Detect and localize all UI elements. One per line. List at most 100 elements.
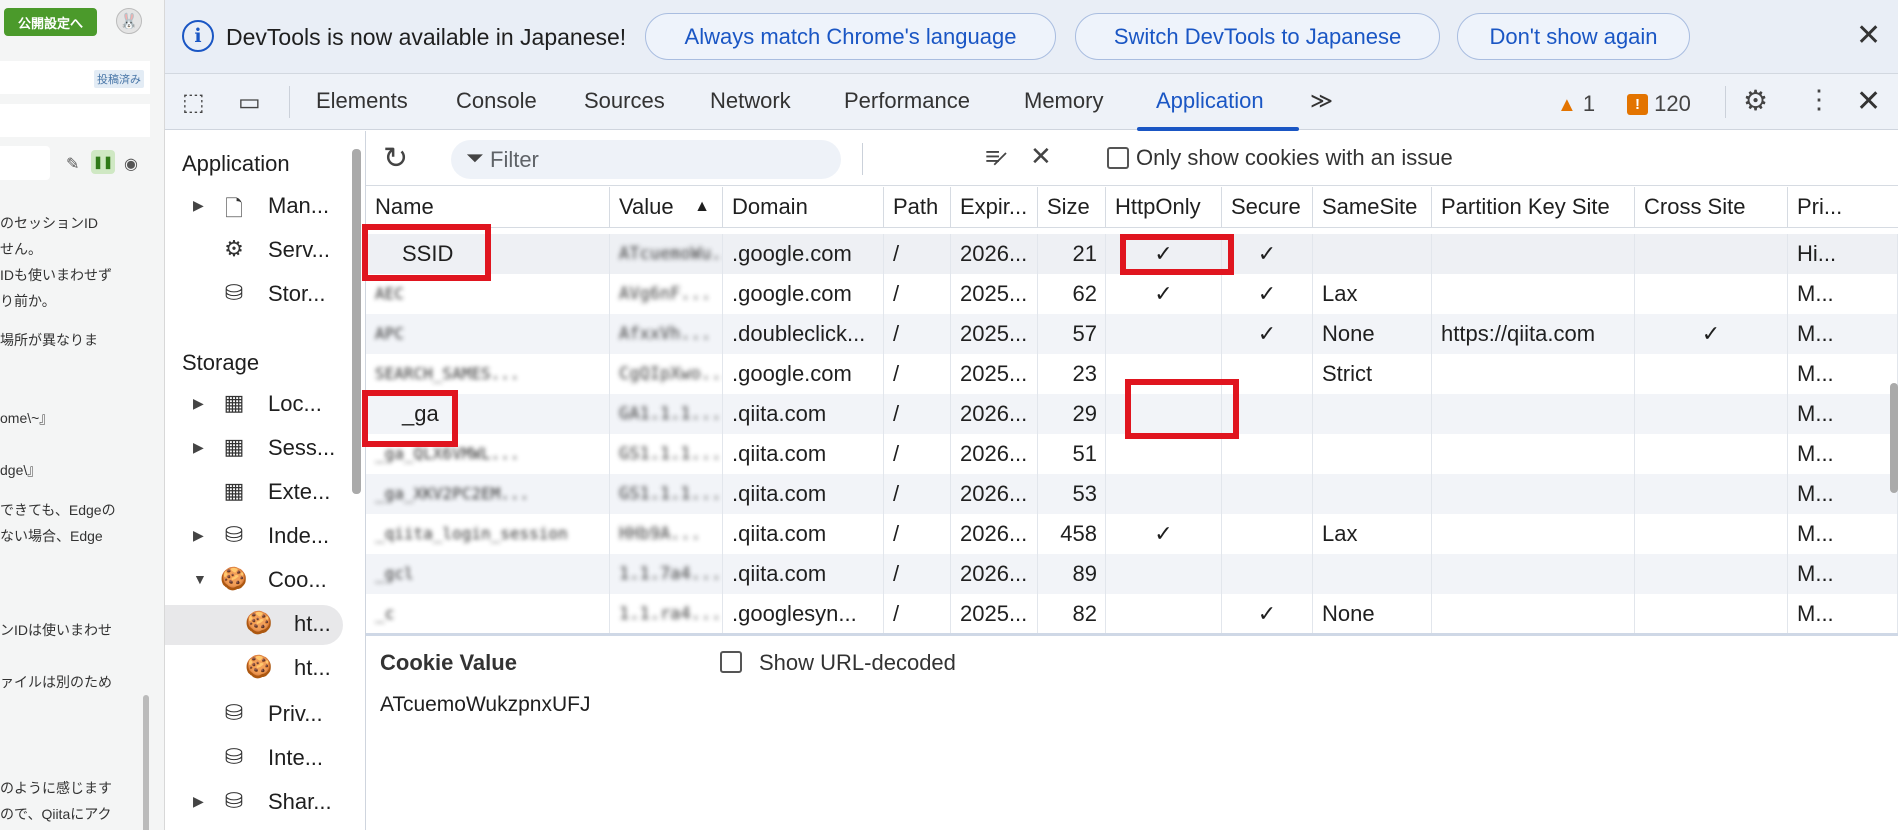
column-header-samesite[interactable]: SameSite (1313, 187, 1432, 227)
switch-to-japanese-button[interactable]: Switch DevTools to Japanese (1075, 13, 1440, 60)
inspect-element-icon[interactable]: ⬚ (182, 88, 205, 117)
table-row[interactable]: _qiita_login_session HHb9A... .qiita.com/2… (366, 514, 1898, 554)
expand-arrow-icon[interactable]: ▶ (193, 439, 204, 456)
tab-elements[interactable]: Elements (316, 88, 408, 114)
pencil-icon[interactable]: ✎ (66, 154, 79, 174)
column-header-domain[interactable]: Domain (723, 187, 884, 227)
editor-input[interactable] (0, 146, 50, 180)
table-resize-bar[interactable] (366, 633, 1898, 636)
table-row[interactable]: _ga_XKV2PC2EM... GS1.1.1... .qiita.com/202… (366, 474, 1898, 514)
table-row[interactable]: _c 1.1.ra4... .googlesyn.../2025... 82 ✓ None… (366, 594, 1898, 633)
filter-input[interactable]: ⏷ Filter (451, 140, 841, 179)
table-row[interactable]: _gcl 1.1.7a4... .qiita.com/2026... 89 M... (366, 554, 1898, 594)
issues-counter[interactable]: ! 120 (1627, 91, 1691, 117)
cell-value: AfxxVh... (610, 314, 723, 354)
column-header-cross-site[interactable]: Cross Site (1635, 187, 1788, 227)
table-row[interactable]: APC AfxxVh... .doubleclick.../2025... 57 ✓ No… (366, 314, 1898, 354)
scrollbar-thumb[interactable] (1890, 383, 1898, 493)
cell-path: / (884, 474, 951, 514)
tab-sources[interactable]: Sources (584, 88, 665, 114)
collapse-arrow-icon[interactable]: ▼ (193, 571, 207, 587)
column-header-secure[interactable]: Secure (1222, 187, 1313, 227)
cell-partition (1432, 474, 1635, 514)
page-scrollbar[interactable] (143, 185, 149, 830)
tab-network[interactable]: Network (710, 88, 791, 114)
sidebar-item-indexeddb[interactable]: ▶ ⛁ Inde... (165, 517, 340, 557)
sidebar-item-label: Man... (268, 193, 330, 218)
cell-samesite: Lax (1313, 514, 1432, 554)
cell-value: 1.1.7a4... (610, 554, 723, 594)
text-line: 場所が異なりま (0, 332, 98, 348)
column-header-priority[interactable]: Pri... (1788, 187, 1898, 227)
cell-name: _ga_XKV2PC2EM... (366, 474, 610, 514)
header-divider (366, 227, 1898, 228)
table-scrollbar[interactable] (1890, 187, 1898, 633)
column-header-path[interactable]: Path (884, 187, 951, 227)
table-row[interactable]: _ga_QLX6VMWL... GS1.1.1... .qiita.com/2026… (366, 434, 1898, 474)
cell-priority: M... (1788, 474, 1898, 514)
cell-samesite: None (1313, 314, 1432, 354)
cell-name: _c (366, 594, 610, 633)
expand-arrow-icon[interactable]: ▶ (193, 197, 204, 214)
eye-icon[interactable]: ◉ (124, 154, 138, 174)
column-header-partition-key-site[interactable]: Partition Key Site (1432, 187, 1635, 227)
sidebar-item-private-state-tokens[interactable]: ⛁ Priv... (165, 695, 340, 735)
scrollbar-thumb[interactable] (352, 149, 361, 494)
close-devtools-icon[interactable]: ✕ (1856, 87, 1881, 117)
column-header-value[interactable]: Value ▲ (610, 187, 723, 227)
always-match-language-button[interactable]: Always match Chrome's language (645, 13, 1056, 60)
expand-arrow-icon[interactable]: ▶ (193, 395, 204, 412)
column-header-name[interactable]: Name (366, 187, 610, 227)
table-row[interactable]: AEC AVg6nF... .google.com/2025... 62 ✓ ✓ Lax M.… (366, 274, 1898, 314)
kebab-menu-icon[interactable]: ⋮ (1806, 84, 1832, 115)
close-infobar-icon[interactable]: ✕ (1856, 21, 1881, 51)
more-tabs-icon[interactable]: ≫ (1310, 88, 1333, 114)
sidebar-item-storage[interactable]: ⛁ Stor... (165, 275, 340, 315)
cell-cross (1635, 554, 1788, 594)
sidebar-scrollbar[interactable] (352, 139, 361, 829)
pause-icon[interactable]: ❚❚ (91, 150, 115, 174)
refresh-icon[interactable]: ↻ (383, 141, 408, 176)
cell-partition (1432, 274, 1635, 314)
article-card-2[interactable] (0, 104, 150, 137)
device-toolbar-icon[interactable]: ▭ (238, 88, 261, 117)
cell-httponly (1106, 474, 1222, 514)
delete-selected-icon[interactable]: ✕ (1030, 141, 1052, 172)
cell-priority: M... (1788, 554, 1898, 594)
sidebar-item-extension-storage[interactable]: ▦ Exte... (165, 473, 340, 513)
cell-secure: ✓ (1222, 234, 1313, 274)
sidebar-item-cookie-origin-2[interactable]: 🍪 ht... (165, 649, 340, 689)
scrollbar-thumb[interactable] (143, 695, 149, 830)
cell-path: / (884, 314, 951, 354)
expand-arrow-icon[interactable]: ▶ (193, 527, 204, 544)
cookie-value-text[interactable]: ATcuemoWukzpnxUFJ (380, 693, 590, 717)
tab-console[interactable]: Console (456, 88, 537, 114)
warnings-counter[interactable]: ▲ 1 (1557, 91, 1595, 117)
tab-memory[interactable]: Memory (1024, 88, 1103, 114)
clear-filtered-cookies-icon[interactable]: ≡̷ (985, 141, 1000, 172)
sidebar-item-cookies[interactable]: ▼ 🍪 Coo... (165, 561, 340, 601)
tab-application[interactable]: Application (1156, 88, 1264, 114)
cell-name: _qiita_login_session (366, 514, 610, 554)
publish-settings-button[interactable]: 公開設定へ (4, 8, 97, 36)
article-card[interactable]: 投稿済み (0, 61, 150, 94)
sidebar-item-label: Exte... (268, 479, 331, 504)
dont-show-again-button[interactable]: Don't show again (1457, 13, 1690, 60)
sidebar-item-session-storage[interactable]: ▶ ▦ Sess... (165, 429, 340, 469)
sidebar-item-shared-storage[interactable]: ▶ ⛁ Shar... (165, 783, 340, 823)
sidebar-item-service-workers[interactable]: ⚙ Serv... (165, 231, 340, 271)
only-issue-checkbox[interactable] (1107, 147, 1129, 169)
tab-performance[interactable]: Performance (844, 88, 970, 114)
settings-gear-icon[interactable]: ⚙ (1743, 84, 1768, 117)
column-header-httponly[interactable]: HttpOnly (1106, 187, 1222, 227)
url-decoded-checkbox[interactable] (720, 651, 742, 673)
column-header-expires[interactable]: Expir... (951, 187, 1038, 227)
user-avatar[interactable]: 🐰 (116, 8, 142, 34)
cell-cross (1635, 274, 1788, 314)
sidebar-item-local-storage[interactable]: ▶ ▦ Loc... (165, 385, 340, 425)
sidebar-item-interest-groups[interactable]: ⛁ Inte... (165, 739, 340, 779)
sidebar-item-manifest[interactable]: ▶ 🗋 Man... (165, 187, 340, 227)
column-header-size[interactable]: Size (1038, 187, 1106, 227)
expand-arrow-icon[interactable]: ▶ (193, 793, 204, 810)
sidebar-item-cookie-origin-1[interactable]: 🍪 ht... (165, 605, 343, 645)
